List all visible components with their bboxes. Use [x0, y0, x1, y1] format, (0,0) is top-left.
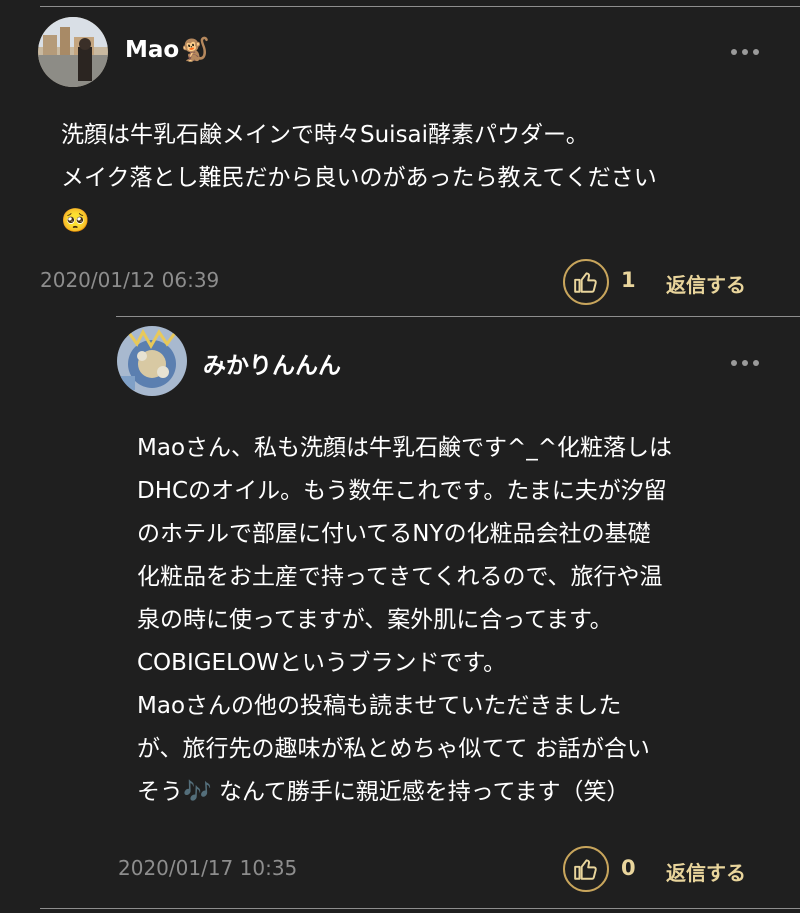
- reply-button[interactable]: 返信する: [666, 857, 746, 886]
- dot-icon: [742, 49, 748, 55]
- like-button[interactable]: [563, 259, 609, 305]
- dot-icon: [731, 360, 737, 366]
- comment-line: DHCのオイル。もう数年これです。たまに夫が汐留: [137, 478, 667, 504]
- comment-line: COBIGELOWというブランドです。: [137, 650, 507, 676]
- thumbs-up-icon: [574, 859, 597, 880]
- like-button[interactable]: [563, 846, 609, 892]
- more-options-button[interactable]: [731, 360, 759, 366]
- top-divider: [40, 6, 800, 7]
- thumbs-up-icon: [574, 272, 597, 293]
- monkey-emoji: 🐒: [181, 37, 210, 63]
- dot-icon: [753, 360, 759, 366]
- comment-date: 2020/01/12 06:39: [40, 268, 220, 292]
- comment-line: そう🎶 なんて勝手に親近感を持ってます（笑）: [137, 779, 630, 805]
- comment-line: 泉の時に使ってますが、案外肌に合ってます。: [137, 607, 613, 633]
- dot-icon: [753, 49, 759, 55]
- comment-line: メイク落とし難民だから良いのがあったら教えてください: [61, 165, 657, 191]
- comment-line: Maoさん、私も洗顔は牛乳石鹸です^_^化粧落しは: [137, 435, 673, 461]
- avatar[interactable]: [38, 17, 108, 87]
- comment-body: Maoさん、私も洗顔は牛乳石鹸です^_^化粧落しは DHCのオイル。もう数年これ…: [137, 427, 672, 814]
- dot-icon: [742, 360, 748, 366]
- more-options-button[interactable]: [731, 49, 759, 55]
- username-text: みかりんんん: [203, 353, 341, 379]
- comment-line: Maoさんの他の投稿も読ませていただきました: [137, 693, 622, 719]
- reply-button[interactable]: 返信する: [666, 269, 746, 298]
- username-text: Mao: [125, 36, 180, 63]
- like-count: 0: [621, 856, 636, 880]
- avatar[interactable]: [117, 326, 187, 396]
- comment-date: 2020/01/17 10:35: [118, 856, 298, 880]
- username[interactable]: Mao 🐒: [125, 36, 210, 64]
- username[interactable]: みかりんんん: [203, 346, 341, 380]
- dot-icon: [731, 49, 737, 55]
- comment-line: が、旅行先の趣味が私とめちゃ似てて お話が合い: [137, 736, 650, 762]
- comment-line: 化粧品をお土産で持ってきてくれるので、旅行や温: [137, 564, 663, 590]
- reply-divider: [116, 316, 800, 317]
- comment-body: 洗顔は牛乳石鹸メインで時々Suisai酵素パウダー。 メイク落とし難民だから良い…: [61, 114, 657, 243]
- bottom-divider: [40, 908, 800, 909]
- comment-line: のホテルで部屋に付いてるNYの化粧品会社の基礎: [137, 521, 651, 547]
- like-count: 1: [621, 268, 636, 292]
- comment-line: 🥺: [61, 208, 90, 234]
- comment-line: 洗顔は牛乳石鹸メインで時々Suisai酵素パウダー。: [61, 122, 589, 148]
